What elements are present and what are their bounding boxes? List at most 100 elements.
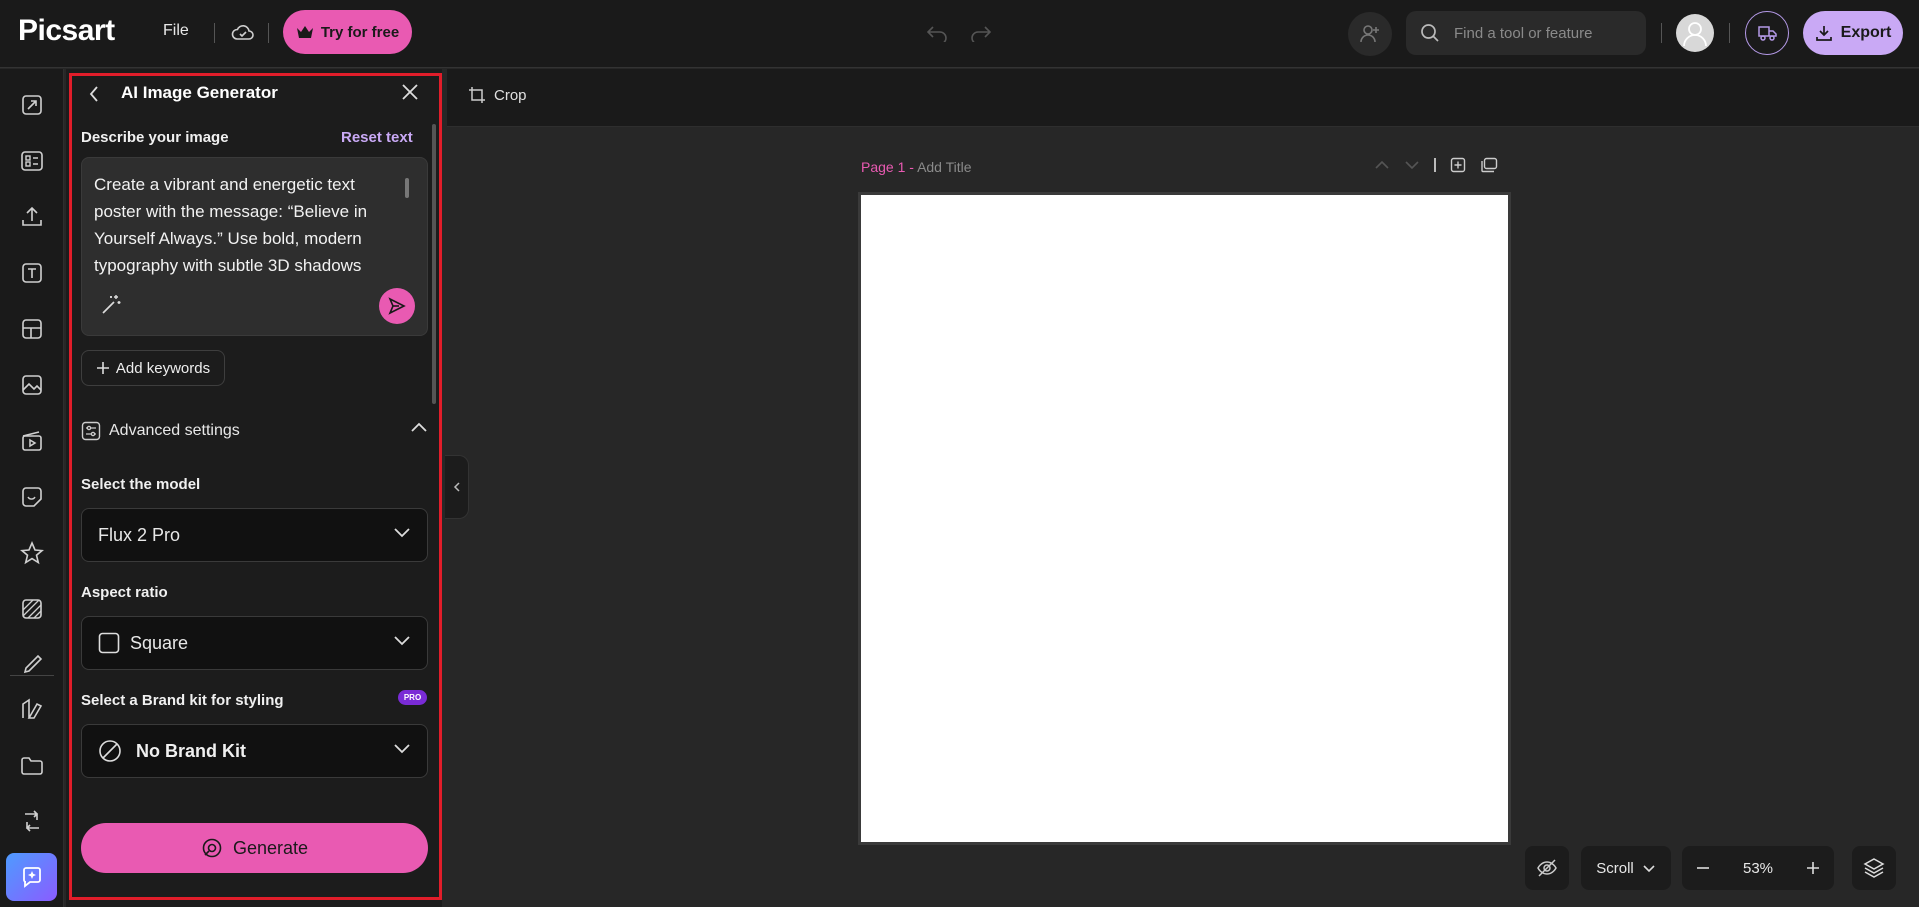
text-tool-icon[interactable] (16, 257, 48, 289)
zoom-control: 53% (1682, 846, 1834, 890)
chevron-up-icon[interactable] (1374, 160, 1390, 170)
ai-generator-rail-button[interactable] (6, 853, 57, 901)
undo-button[interactable] (922, 18, 952, 48)
tool-rail (0, 69, 64, 907)
back-button[interactable] (88, 82, 108, 106)
cloud-save-icon[interactable] (230, 20, 256, 46)
ai-chat-icon (22, 867, 41, 888)
prompt-text[interactable]: Create a vibrant and energetic text post… (94, 171, 404, 279)
upload-icon[interactable] (16, 201, 48, 233)
chevron-down-icon (394, 636, 410, 646)
search-input[interactable] (1454, 24, 1634, 42)
redo-icon (971, 26, 992, 42)
prompt-scrollbar[interactable] (405, 178, 409, 198)
crop-label: Crop (494, 86, 527, 104)
no-brand-icon (99, 740, 121, 762)
advanced-settings-label: Advanced settings (109, 422, 240, 439)
add-user-icon (1360, 25, 1379, 43)
search-bar[interactable] (1406, 11, 1646, 55)
zoom-out-icon[interactable] (1696, 861, 1710, 875)
chevron-down-icon[interactable] (1404, 160, 1420, 170)
try-for-free-button[interactable]: Try for free (283, 10, 412, 54)
templates-icon[interactable] (16, 145, 48, 177)
aspect-ratio-select[interactable]: Square (81, 616, 428, 670)
folder-icon[interactable] (16, 749, 48, 781)
panel-title: AI Image Generator (121, 83, 278, 102)
layers-button[interactable] (1852, 846, 1896, 890)
model-select[interactable]: Flux 2 Pro (81, 508, 428, 562)
undo-icon (926, 26, 947, 42)
photos-icon[interactable] (16, 369, 48, 401)
visibility-toggle[interactable] (1525, 846, 1569, 890)
resize-tool-icon[interactable] (16, 89, 48, 121)
add-keywords-label: Add keywords (115, 359, 211, 377)
generate-icon (202, 838, 222, 858)
close-icon (402, 84, 418, 100)
scroll-mode-label: Scroll (1596, 859, 1634, 877)
model-value: Flux 2 Pro (98, 524, 181, 545)
chevron-down-icon (394, 528, 410, 538)
close-panel-button[interactable] (400, 82, 422, 104)
divider (1661, 23, 1662, 43)
square-icon (98, 632, 120, 654)
pro-badge: PRO (398, 690, 427, 705)
page-title-input[interactable]: Add Title (917, 159, 971, 175)
collapse-panel-handle[interactable] (445, 455, 469, 519)
download-icon (1815, 26, 1832, 41)
aspect-ratio-label: Aspect ratio (81, 584, 168, 601)
send-prompt-button[interactable] (379, 288, 415, 324)
page-header: Page 1 - Add Title (861, 159, 972, 175)
zoom-level[interactable]: 53% (1743, 860, 1773, 877)
page-number: Page 1 - (861, 159, 914, 175)
crop-icon (469, 87, 485, 103)
layout-icon[interactable] (16, 313, 48, 345)
chevron-left-icon (89, 86, 98, 102)
divider (1434, 158, 1436, 172)
replay-icon[interactable] (16, 805, 48, 837)
magic-wand-icon[interactable] (99, 292, 123, 316)
invite-user-button[interactable] (1348, 12, 1392, 56)
try-for-free-label: Try for free (320, 23, 400, 41)
zoom-in-icon[interactable] (1806, 861, 1820, 875)
brand-kit-select[interactable]: No Brand Kit (81, 724, 428, 778)
plus-icon (96, 362, 109, 374)
chevron-down-icon (394, 744, 410, 754)
aspect-ratio-value: Square (130, 632, 189, 653)
picsart-logo[interactable]: Picsart (18, 14, 115, 48)
rail-divider (10, 675, 54, 676)
design-page-canvas[interactable] (858, 192, 1511, 845)
brand-kit-icon[interactable] (16, 693, 48, 725)
describe-image-label: Describe your image (81, 129, 229, 146)
chevron-left-icon (453, 482, 460, 492)
duplicate-page-icon[interactable] (1480, 157, 1498, 173)
brand-kit-label: Select a Brand kit for styling (81, 692, 284, 709)
star-icon[interactable] (16, 537, 48, 569)
redo-button[interactable] (966, 18, 996, 48)
divider (214, 23, 215, 43)
advanced-settings-toggle[interactable]: Advanced settings (81, 418, 428, 444)
crop-button[interactable]: Crop (468, 86, 527, 104)
divider (1729, 23, 1730, 43)
settings-sliders-icon (81, 421, 101, 441)
select-model-label: Select the model (81, 476, 201, 493)
background-icon[interactable] (16, 593, 48, 625)
user-avatar[interactable] (1676, 14, 1714, 52)
reset-text-link[interactable]: Reset text (341, 129, 413, 146)
send-icon (388, 297, 406, 315)
chevron-up-icon (411, 422, 427, 432)
divider (268, 23, 269, 43)
add-keywords-button[interactable]: Add keywords (81, 350, 225, 386)
export-button[interactable]: Export (1803, 11, 1903, 55)
scroll-mode-select[interactable]: Scroll (1581, 846, 1671, 890)
add-page-icon[interactable] (1450, 157, 1466, 173)
eye-off-icon (1537, 859, 1557, 877)
stickers-icon[interactable] (16, 481, 48, 513)
panel-scrollbar[interactable] (432, 124, 436, 404)
user-icon (1683, 22, 1707, 47)
generate-button[interactable]: Generate (81, 823, 428, 873)
page-tools (1374, 157, 1498, 173)
crown-icon (296, 26, 313, 38)
notifications-button[interactable] (1745, 11, 1789, 55)
video-icon[interactable] (16, 425, 48, 457)
file-menu-button[interactable]: File (163, 22, 189, 40)
